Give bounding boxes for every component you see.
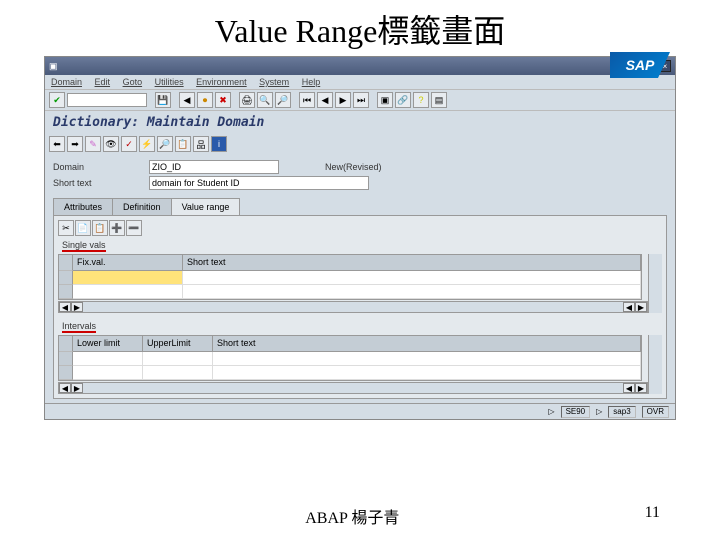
other-object-icon[interactable]: ✎ — [85, 136, 101, 152]
menu-goto[interactable]: Goto — [123, 77, 143, 87]
insert-row-icon[interactable]: ➕ — [109, 220, 125, 236]
menubar: Domain Edit Goto Utilities Environment S… — [45, 75, 675, 89]
statusbar: ▷ SE90 ▷ sap3 OVR — [45, 403, 675, 419]
scroll-right-icon[interactable]: ▶ — [635, 383, 647, 393]
status-label: New(Revised) — [325, 162, 382, 172]
single-vals-label: Single vals — [58, 238, 662, 254]
scroll-left-icon[interactable]: ◀ — [59, 302, 71, 312]
status-separator-icon: ▷ — [548, 407, 554, 416]
standard-toolbar: ✔ 💾 ◀ ⏺ ✖ 🖨 🔍 🔎 ⏮ ◀ ▶ ⏭ ▣ 🔗 ? ▤ — [45, 89, 675, 111]
tabstrip: Attributes Definition Value range — [53, 198, 667, 215]
shorttext-input[interactable]: domain for Student ID — [149, 176, 369, 190]
help-icon[interactable]: ? — [413, 92, 429, 108]
cancel-icon[interactable]: ✖ — [215, 92, 231, 108]
slide-footer: ABAP 楊子青 11 — [0, 504, 720, 528]
scroll-right-icon[interactable]: ▶ — [635, 302, 647, 312]
tab-body: ✂ 📄 📋 ➕ ➖ Single vals Fix.val. Short tex… — [53, 215, 667, 399]
sap-window: ▣ _ □ × SAP Domain Edit Goto Utilities E… — [44, 56, 676, 420]
paste-icon[interactable]: 📋 — [92, 220, 108, 236]
last-page-icon[interactable]: ⏭ — [353, 92, 369, 108]
col-fixval[interactable]: Fix.val. — [73, 255, 183, 271]
col-shorttext[interactable]: Short text — [183, 255, 641, 271]
tab-value-range[interactable]: Value range — [171, 198, 241, 215]
col-shorttext2[interactable]: Short text — [213, 336, 641, 352]
shortcut-icon[interactable]: 🔗 — [395, 92, 411, 108]
scroll-left-icon[interactable]: ◀ — [59, 383, 71, 393]
where-used-icon[interactable]: 🔎 — [157, 136, 173, 152]
domain-input[interactable]: ZIO_ID — [149, 160, 279, 174]
new-session-icon[interactable]: ▣ — [377, 92, 393, 108]
titlebar: ▣ _ □ × — [45, 57, 675, 75]
menu-domain[interactable]: Domain — [51, 77, 82, 87]
save-icon[interactable]: 💾 — [155, 92, 171, 108]
tab-attributes[interactable]: Attributes — [53, 198, 113, 215]
command-field[interactable] — [67, 93, 147, 107]
app-toolbar: ⬅ ➡ ✎ 👁 ✓ ⚡ 🔎 📋 品 i — [45, 134, 675, 154]
footer-page: 11 — [645, 504, 660, 528]
enter-icon[interactable]: ✔ — [49, 92, 65, 108]
menu-help[interactable]: Help — [302, 77, 321, 87]
scroll-left-icon[interactable]: ◀ — [623, 302, 635, 312]
back-icon[interactable]: ◀ — [179, 92, 195, 108]
nav-back-icon[interactable]: ⬅ — [49, 136, 65, 152]
first-page-icon[interactable]: ⏮ — [299, 92, 315, 108]
status-cell: SE90 — [561, 406, 591, 418]
copy-row-icon[interactable]: 📄 — [75, 220, 91, 236]
menu-utilities[interactable]: Utilities — [155, 77, 184, 87]
status-cell: OVR — [642, 406, 669, 418]
scrollbar-v[interactable] — [648, 254, 662, 313]
domain-label: Domain — [53, 162, 143, 172]
table-row[interactable] — [59, 366, 641, 380]
next-page-icon[interactable]: ▶ — [335, 92, 351, 108]
activate-icon[interactable]: ⚡ — [139, 136, 155, 152]
table-row[interactable] — [59, 271, 641, 285]
window-menu-icon: ▣ — [49, 61, 58, 72]
status-cell: sap3 — [608, 406, 635, 418]
intervals-grid: Lower limit UpperLimit Short text — [58, 335, 642, 381]
info-icon[interactable]: i — [211, 136, 227, 152]
scrollbar-h[interactable]: ◀▶ ◀▶ — [58, 301, 648, 313]
shorttext-label: Short text — [53, 178, 143, 188]
check-icon[interactable]: ✓ — [121, 136, 137, 152]
copy-icon[interactable]: 📋 — [175, 136, 191, 152]
status-separator-icon: ▷ — [596, 407, 602, 416]
col-lower[interactable]: Lower limit — [73, 336, 143, 352]
scroll-right-icon[interactable]: ▶ — [71, 302, 83, 312]
slide-title: Value Range標籤畫面 — [0, 0, 720, 56]
col-upper[interactable]: UpperLimit — [143, 336, 213, 352]
scrollbar-v[interactable] — [648, 335, 662, 394]
menu-system[interactable]: System — [259, 77, 289, 87]
display-icon[interactable]: 👁 — [103, 136, 119, 152]
find-icon[interactable]: 🔍 — [257, 92, 273, 108]
table-row[interactable] — [59, 285, 641, 299]
screen-title: Dictionary: Maintain Domain — [45, 111, 675, 134]
tab-definition[interactable]: Definition — [112, 198, 172, 215]
footer-author: ABAP 楊子青 — [305, 504, 399, 528]
delete-row-icon[interactable]: ➖ — [126, 220, 142, 236]
menu-environment[interactable]: Environment — [196, 77, 247, 87]
scroll-left-icon[interactable]: ◀ — [623, 383, 635, 393]
menu-edit[interactable]: Edit — [95, 77, 111, 87]
cut-icon[interactable]: ✂ — [58, 220, 74, 236]
print-icon[interactable]: 🖨 — [239, 92, 255, 108]
prev-page-icon[interactable]: ◀ — [317, 92, 333, 108]
layout-icon[interactable]: ▤ — [431, 92, 447, 108]
table-row[interactable] — [59, 352, 641, 366]
scrollbar-h[interactable]: ◀▶ ◀▶ — [58, 382, 648, 394]
intervals-label: Intervals — [58, 319, 662, 335]
single-vals-grid: Fix.val. Short text — [58, 254, 642, 300]
content-area: Domain ZIO_ID New(Revised) Short text do… — [45, 154, 675, 403]
hierarchy-icon[interactable]: 品 — [193, 136, 209, 152]
scroll-right-icon[interactable]: ▶ — [71, 383, 83, 393]
nav-fwd-icon[interactable]: ➡ — [67, 136, 83, 152]
find-next-icon[interactable]: 🔎 — [275, 92, 291, 108]
exit-icon[interactable]: ⏺ — [197, 92, 213, 108]
